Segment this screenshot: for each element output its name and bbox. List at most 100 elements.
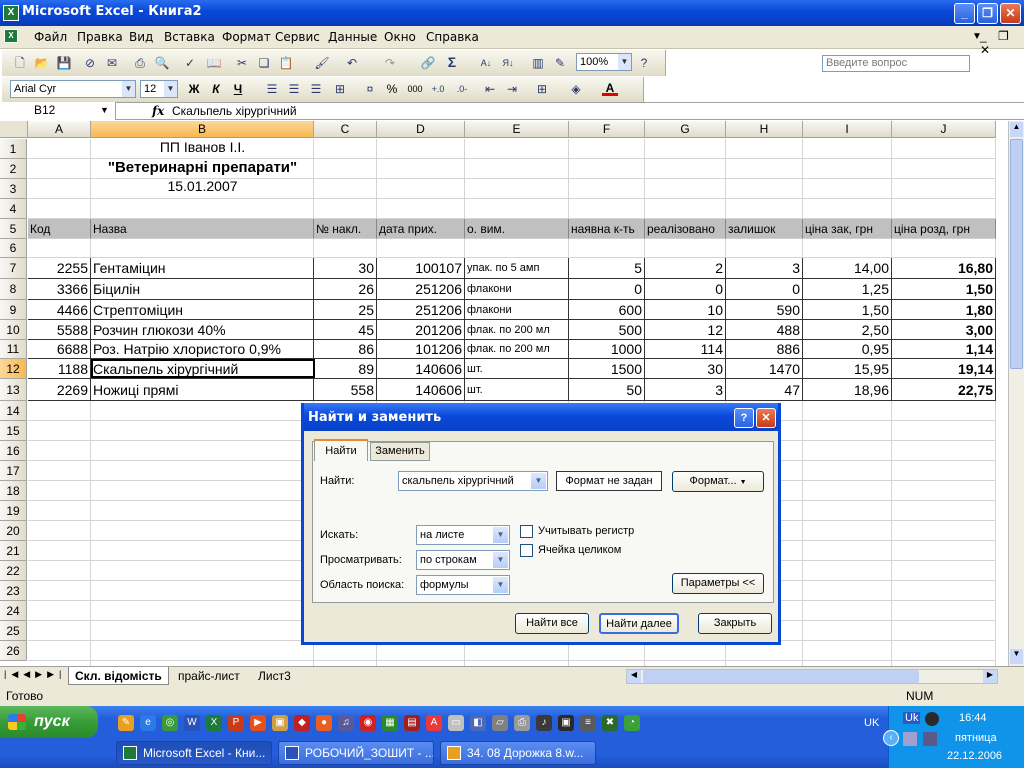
task-excel[interactable]: Microsoft Excel - Кни... bbox=[116, 741, 272, 765]
bold-button[interactable]: Ж bbox=[186, 81, 202, 97]
print-icon[interactable]: ⎙ bbox=[132, 55, 148, 71]
tab-nav-icons[interactable]: |◀◀▶▶| bbox=[4, 669, 66, 680]
table-cell[interactable]: шт. bbox=[465, 379, 569, 401]
table-header-cell[interactable]: наявна к-ть bbox=[569, 219, 645, 239]
table-cell[interactable]: 100107 bbox=[377, 258, 465, 279]
table-cell[interactable]: 1,50 bbox=[803, 300, 892, 320]
table-cell[interactable]: 1500 bbox=[569, 359, 645, 379]
menu-format[interactable]: Формат bbox=[222, 30, 271, 44]
task-word[interactable]: РОБОЧИЙ_ЗОШИТ - ... bbox=[278, 741, 434, 765]
scroll-down-icon[interactable]: ▼ bbox=[1010, 649, 1023, 664]
row-header[interactable]: 3 bbox=[0, 179, 27, 199]
email-icon[interactable]: ✉ bbox=[104, 55, 120, 71]
ask-question-input[interactable]: Введите вопрос bbox=[822, 55, 970, 72]
table-cell[interactable]: 18,96 bbox=[803, 379, 892, 401]
quick-launch-icon[interactable]: ✎ bbox=[118, 715, 134, 731]
permission-icon[interactable]: ⊘ bbox=[82, 55, 98, 71]
table-cell[interactable]: 2 bbox=[645, 258, 726, 279]
ie-icon[interactable]: e bbox=[140, 715, 156, 731]
table-cell[interactable]: 251206 bbox=[377, 300, 465, 320]
table-cell[interactable]: 201206 bbox=[377, 320, 465, 340]
row-header[interactable]: 25 bbox=[0, 621, 27, 641]
table-cell[interactable]: 886 bbox=[726, 340, 803, 359]
antivirus-icon[interactable] bbox=[925, 712, 939, 726]
menu-tools[interactable]: Сервис bbox=[275, 30, 320, 44]
help-icon[interactable]: ? bbox=[636, 55, 652, 71]
fill-color-icon[interactable]: ◈ bbox=[568, 81, 584, 97]
quick-launch-icon[interactable]: ♫ bbox=[338, 715, 354, 731]
table-cell[interactable]: 12 bbox=[645, 320, 726, 340]
table-cell[interactable]: 0 bbox=[645, 279, 726, 300]
quick-launch-icon[interactable]: ▦ bbox=[382, 715, 398, 731]
scroll-left-icon[interactable]: ◀ bbox=[627, 670, 641, 683]
table-cell[interactable]: 140606 bbox=[377, 379, 465, 401]
row-header[interactable]: 26 bbox=[0, 641, 27, 661]
row-header[interactable]: 24 bbox=[0, 601, 27, 621]
match-case-label[interactable]: Учитывать регистр bbox=[538, 525, 634, 537]
row-header[interactable]: 5 bbox=[0, 219, 27, 239]
row-header[interactable]: 21 bbox=[0, 541, 27, 561]
table-cell[interactable]: 1,14 bbox=[892, 340, 996, 359]
word-icon[interactable]: W bbox=[184, 715, 200, 731]
whole-cell-label[interactable]: Ячейка целиком bbox=[538, 544, 621, 556]
table-cell[interactable]: 50 bbox=[569, 379, 645, 401]
merge-center-icon[interactable]: ⊞ bbox=[332, 81, 348, 97]
table-cell[interactable]: 600 bbox=[569, 300, 645, 320]
find-all-button[interactable]: Найти все bbox=[515, 613, 589, 634]
currency-icon[interactable]: ¤ bbox=[362, 81, 378, 97]
table-cell[interactable]: 19,14 bbox=[892, 359, 996, 379]
table-cell[interactable]: 1188 bbox=[28, 359, 91, 379]
table-cell[interactable]: 0 bbox=[726, 279, 803, 300]
copy-icon[interactable]: ❏ bbox=[256, 55, 272, 71]
underline-button[interactable]: Ч bbox=[230, 81, 246, 97]
row-header[interactable]: 12 bbox=[0, 359, 27, 379]
menu-file[interactable]: Файл bbox=[34, 30, 67, 44]
col-header-a[interactable]: A bbox=[28, 121, 91, 138]
cell-b2[interactable]: "Ветеринарні препарати" bbox=[91, 159, 314, 179]
powerpoint-icon[interactable]: P bbox=[228, 715, 244, 731]
tab-price-list[interactable]: прайс-лист bbox=[172, 667, 246, 685]
table-cell[interactable]: 14,00 bbox=[803, 258, 892, 279]
zoom-select[interactable]: 100% ▼ bbox=[576, 53, 632, 71]
start-button[interactable]: пуск bbox=[0, 706, 98, 738]
row-header[interactable]: 4 bbox=[0, 199, 27, 219]
row-header[interactable]: 18 bbox=[0, 481, 27, 501]
horizontal-scrollbar[interactable]: ◀ ▶ bbox=[626, 669, 998, 684]
select-all-corner[interactable] bbox=[0, 121, 28, 138]
table-cell[interactable]: флакони bbox=[465, 300, 569, 320]
menu-help[interactable]: Справка bbox=[426, 30, 479, 44]
row-header[interactable]: 1 bbox=[0, 139, 27, 159]
table-cell[interactable]: 5 bbox=[569, 258, 645, 279]
table-cell[interactable]: Скальпель хірургічний bbox=[91, 359, 314, 379]
row-header[interactable]: 20 bbox=[0, 521, 27, 541]
table-cell[interactable]: 2,50 bbox=[803, 320, 892, 340]
col-header-e[interactable]: E bbox=[465, 121, 569, 138]
tab-find[interactable]: Найти bbox=[314, 439, 368, 461]
task-doc[interactable]: 34. 08 Дорожка 8.w... bbox=[440, 741, 596, 765]
save-icon[interactable]: 💾 bbox=[56, 55, 72, 71]
table-cell[interactable]: 45 bbox=[314, 320, 377, 340]
increase-indent-icon[interactable]: ⇥ bbox=[504, 81, 520, 97]
row-header[interactable]: 15 bbox=[0, 421, 27, 441]
table-cell[interactable]: 140606 bbox=[377, 359, 465, 379]
keyboard-layout-icon[interactable]: Uk bbox=[903, 712, 921, 724]
row-header[interactable]: 23 bbox=[0, 581, 27, 601]
quick-launch-icon[interactable]: ▭ bbox=[448, 715, 464, 731]
format-button[interactable]: Формат... ▼ bbox=[672, 471, 764, 492]
language-indicator[interactable]: UK bbox=[864, 717, 879, 729]
table-cell[interactable]: Біцилін bbox=[91, 279, 314, 300]
table-cell[interactable]: 86 bbox=[314, 340, 377, 359]
close-button[interactable]: ✕ bbox=[1000, 3, 1021, 24]
table-cell[interactable]: Ножиці прямі bbox=[91, 379, 314, 401]
research-icon[interactable]: 📖 bbox=[206, 55, 222, 71]
doc-window-controls[interactable]: _ ❐ ✕ bbox=[980, 29, 1024, 57]
hscroll-thumb[interactable] bbox=[643, 670, 919, 683]
table-cell[interactable]: 3 bbox=[645, 379, 726, 401]
drawing-icon[interactable]: ✎ bbox=[552, 55, 568, 71]
decrease-indent-icon[interactable]: ⇤ bbox=[482, 81, 498, 97]
scroll-up-icon[interactable]: ▲ bbox=[1010, 122, 1023, 137]
sort-descending-icon[interactable]: Я↓ bbox=[500, 55, 516, 71]
table-cell[interactable]: 30 bbox=[314, 258, 377, 279]
table-cell[interactable]: 15,95 bbox=[803, 359, 892, 379]
quick-launch-icon[interactable]: ◎ bbox=[162, 715, 178, 731]
